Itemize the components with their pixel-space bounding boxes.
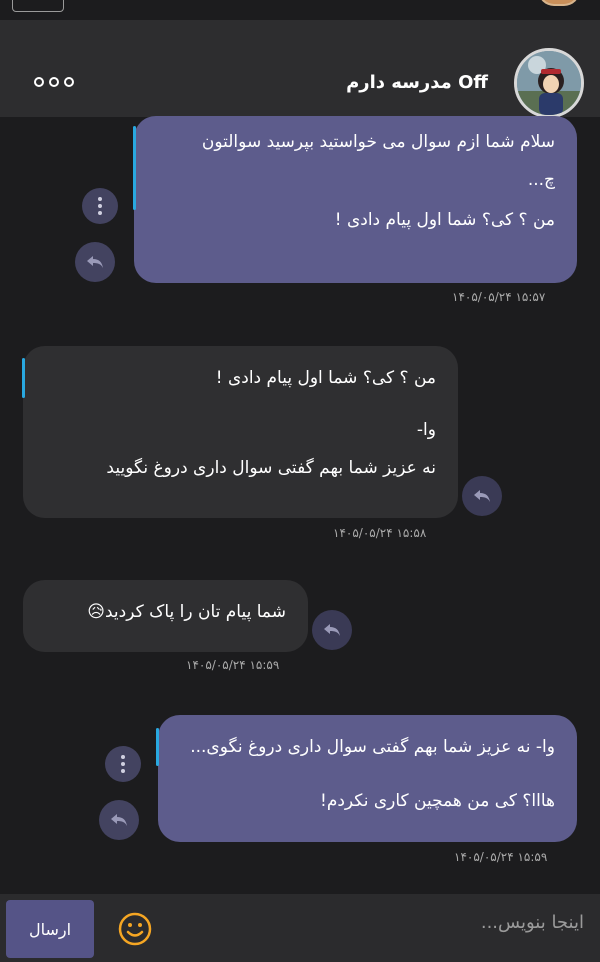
message-options-button[interactable] bbox=[82, 188, 118, 224]
message-line: شما پیام تان را پاک کردید😥 bbox=[87, 602, 286, 622]
message-line: هااا؟ کی من همچین کاری نکردم! bbox=[320, 791, 555, 811]
message-line: وا- bbox=[416, 420, 436, 440]
message-timestamp: ۱۴۰۵/۰۵/۲۴ ۱۵:۵۹ bbox=[454, 850, 548, 864]
reply-icon bbox=[87, 256, 103, 268]
message-timestamp: ۱۴۰۵/۰۵/۲۴ ۱۵:۵۹ bbox=[186, 658, 280, 672]
profile-avatar[interactable] bbox=[514, 48, 584, 118]
message-line: وا- نه عزیز شما بهم گفتی سوال داری دروغ … bbox=[190, 737, 555, 757]
vertical-dots-icon bbox=[98, 197, 102, 215]
more-dots-icon[interactable] bbox=[34, 77, 74, 87]
reply-button[interactable] bbox=[75, 242, 115, 282]
message-bubble[interactable]: وا- نه عزیز شما بهم گفتی سوال داری دروغ … bbox=[158, 715, 577, 842]
message-line: چ... bbox=[527, 170, 555, 190]
smiley-icon[interactable] bbox=[118, 912, 152, 946]
message-bubble[interactable]: سلام شما ازم سوال می خواستید بپرسید سوال… bbox=[134, 116, 577, 283]
chat-header: Off مدرسه دارم bbox=[0, 20, 600, 118]
chat-screen: Off مدرسه دارم سلام شما ازم سوال می خواس… bbox=[0, 0, 600, 962]
message-input[interactable]: اینجا بنویس... bbox=[481, 912, 584, 933]
message-bubble[interactable]: من ؟ کی؟ شما اول پیام دادی ! وا- نه عزیز… bbox=[23, 346, 458, 518]
chat-title: Off مدرسه دارم bbox=[346, 72, 488, 93]
message-timestamp: ۱۴۰۵/۰۵/۲۴ ۱۵:۵۸ bbox=[333, 526, 427, 540]
status-strip bbox=[0, 0, 600, 20]
message-line: سلام شما ازم سوال می خواستید بپرسید سوال… bbox=[201, 132, 555, 152]
message-line: من ؟ کی؟ شما اول پیام دادی ! bbox=[334, 210, 555, 230]
message-composer: ارسال اینجا بنویس... bbox=[0, 894, 600, 962]
reply-button[interactable] bbox=[312, 610, 352, 650]
message-line: من ؟ کی؟ شما اول پیام دادی ! bbox=[215, 368, 436, 388]
quote-bar bbox=[156, 728, 159, 766]
reply-button[interactable] bbox=[462, 476, 502, 516]
message-line: نه عزیز شما بهم گفتی سوال داری دروغ نگوی… bbox=[106, 458, 436, 478]
message-bubble[interactable]: شما پیام تان را پاک کردید😥 bbox=[23, 580, 308, 652]
vertical-dots-icon bbox=[121, 755, 125, 773]
top-avatar[interactable] bbox=[538, 0, 580, 6]
message-options-button[interactable] bbox=[105, 746, 141, 782]
reply-icon bbox=[474, 490, 490, 502]
top-back-button[interactable] bbox=[12, 0, 64, 12]
reply-button[interactable] bbox=[99, 800, 139, 840]
quote-bar bbox=[133, 126, 136, 210]
send-button[interactable]: ارسال bbox=[6, 900, 94, 958]
quote-bar bbox=[22, 358, 25, 398]
reply-icon bbox=[111, 814, 127, 826]
reply-icon bbox=[324, 624, 340, 636]
message-timestamp: ۱۴۰۵/۰۵/۲۴ ۱۵:۵۷ bbox=[452, 290, 546, 304]
